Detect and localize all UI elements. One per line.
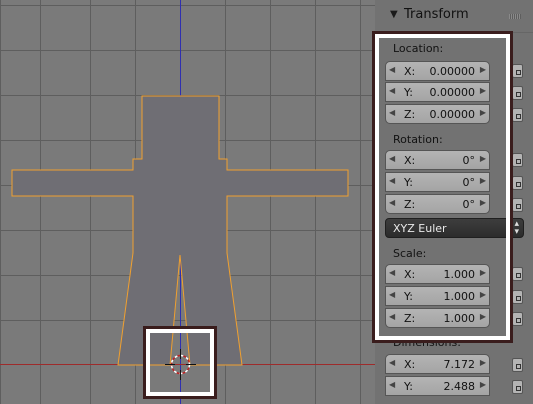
rotation-y-field[interactable]: ◀ Y: 0° ▶ bbox=[385, 172, 490, 192]
dropdown-arrows-icon: ▴ ▾ bbox=[514, 219, 519, 237]
increment-arrow-icon[interactable]: ▶ bbox=[480, 358, 486, 367]
increment-arrow-icon[interactable]: ▶ bbox=[480, 176, 486, 185]
rotation-label: Rotation: bbox=[393, 133, 443, 146]
rotation-mode-dropdown[interactable]: XYZ Euler ▴ ▾ bbox=[385, 218, 524, 238]
dimensions-x-field[interactable]: ◀ X: 7.172 ▶ bbox=[385, 354, 490, 374]
dimensions-label: Dimensions: bbox=[393, 336, 461, 349]
lock-icon[interactable] bbox=[512, 198, 523, 212]
increment-arrow-icon[interactable]: ▶ bbox=[480, 108, 486, 117]
location-label: Location: bbox=[393, 42, 444, 55]
location-x-field[interactable]: ◀ X: 0.00000 ▶ bbox=[385, 61, 490, 81]
rotation-z-field[interactable]: ◀ Z: 0° ▶ bbox=[385, 194, 490, 214]
decrement-arrow-icon[interactable]: ◀ bbox=[389, 380, 395, 389]
increment-arrow-icon[interactable]: ▶ bbox=[480, 380, 486, 389]
location-y-field[interactable]: ◀ Y: 0.00000 ▶ bbox=[385, 82, 490, 102]
increment-arrow-icon[interactable]: ▶ bbox=[480, 268, 486, 277]
decrement-arrow-icon[interactable]: ◀ bbox=[389, 268, 395, 277]
decrement-arrow-icon[interactable]: ◀ bbox=[389, 176, 395, 185]
increment-arrow-icon[interactable]: ▶ bbox=[480, 290, 486, 299]
dimensions-y-field[interactable]: ◀ Y: 2.488 ▶ bbox=[385, 376, 490, 396]
decrement-arrow-icon[interactable]: ◀ bbox=[389, 290, 395, 299]
drag-grip-icon[interactable] bbox=[509, 14, 521, 19]
increment-arrow-icon[interactable]: ▶ bbox=[480, 86, 486, 95]
increment-arrow-icon[interactable]: ▶ bbox=[480, 154, 486, 163]
decrement-arrow-icon[interactable]: ◀ bbox=[389, 65, 395, 74]
lock-icon[interactable] bbox=[512, 64, 523, 78]
scale-x-field[interactable]: ◀ X: 1.000 ▶ bbox=[385, 264, 490, 284]
lock-icon[interactable] bbox=[512, 153, 523, 167]
increment-arrow-icon[interactable]: ▶ bbox=[480, 65, 486, 74]
scale-y-field[interactable]: ◀ Y: 1.000 ▶ bbox=[385, 286, 490, 306]
lock-icon[interactable] bbox=[512, 108, 523, 122]
lock-icon[interactable] bbox=[512, 312, 523, 326]
decrement-arrow-icon[interactable]: ◀ bbox=[389, 86, 395, 95]
increment-arrow-icon[interactable]: ▶ bbox=[480, 312, 486, 321]
triangle-down-icon[interactable]: ▼ bbox=[390, 9, 398, 20]
lock-icon[interactable] bbox=[512, 290, 523, 304]
viewport-canvas[interactable] bbox=[0, 0, 375, 404]
lock-icon[interactable] bbox=[512, 176, 523, 190]
properties-panel: ▼ Transform Location: ◀ X: 0.00000 ▶ ◀ Y… bbox=[375, 0, 533, 404]
rotation-x-field[interactable]: ◀ X: 0° ▶ bbox=[385, 150, 490, 170]
transform-header[interactable]: ▼ Transform bbox=[375, 0, 533, 33]
decrement-arrow-icon[interactable]: ◀ bbox=[389, 154, 395, 163]
panel-title: Transform bbox=[404, 7, 469, 22]
location-z-field[interactable]: ◀ Z: 0.00000 ▶ bbox=[385, 104, 490, 124]
lock-icon[interactable] bbox=[512, 86, 523, 100]
decrement-arrow-icon[interactable]: ◀ bbox=[389, 108, 395, 117]
scale-label: Scale: bbox=[393, 247, 427, 260]
increment-arrow-icon[interactable]: ▶ bbox=[480, 198, 486, 207]
lock-icon[interactable] bbox=[512, 267, 523, 281]
decrement-arrow-icon[interactable]: ◀ bbox=[389, 358, 395, 367]
lock-icon[interactable] bbox=[512, 358, 523, 372]
3d-viewport[interactable] bbox=[0, 0, 375, 404]
scale-z-field[interactable]: ◀ Z: 1.000 ▶ bbox=[385, 308, 490, 328]
lock-icon[interactable] bbox=[512, 380, 523, 394]
decrement-arrow-icon[interactable]: ◀ bbox=[389, 198, 395, 207]
decrement-arrow-icon[interactable]: ◀ bbox=[389, 312, 395, 321]
